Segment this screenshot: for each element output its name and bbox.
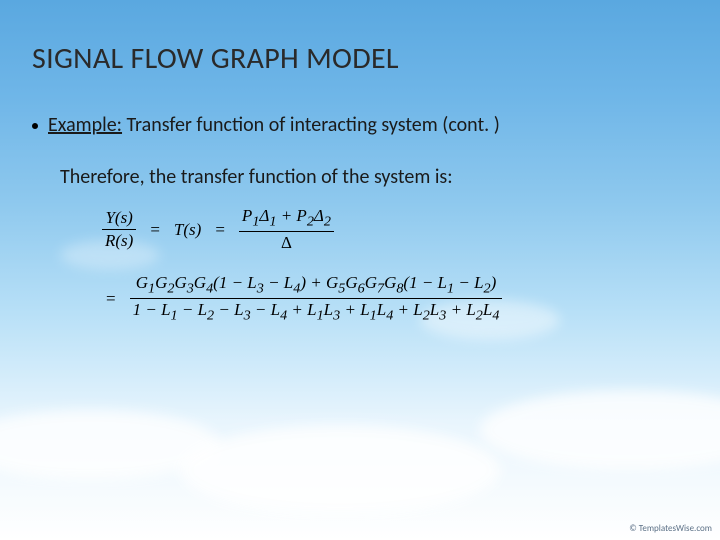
fraction-bar <box>102 229 136 230</box>
bullet-text: Example: Transfer function of interactin… <box>48 112 500 139</box>
cloud-decoration <box>180 425 500 515</box>
watermark: © TemplatesWise.com <box>629 523 712 534</box>
paragraph: Therefore, the transfer function of the … <box>60 165 680 189</box>
bullet-rest: Transfer function of interacting system … <box>122 113 500 137</box>
slide: SIGNAL FLOW GRAPH MODEL Example: Transfe… <box>0 0 720 540</box>
cloud-decoration <box>480 390 720 470</box>
bullet-item: Example: Transfer function of interactin… <box>32 112 680 139</box>
eq1-rhs-fraction: P1Δ1 + P2Δ2 Δ <box>239 207 334 252</box>
fraction-bar <box>239 231 334 232</box>
eq2-den: 1 − L1 − L2 − L3 − L4 + L1L3 + L1L4 + L2… <box>130 301 503 323</box>
equals-sign: = <box>146 220 164 240</box>
eq1-lhs-den: R(s) <box>102 232 136 250</box>
eq1-lhs-num: Y(s) <box>102 209 135 227</box>
slide-title: SIGNAL FLOW GRAPH MODEL <box>32 40 399 77</box>
equation-2: = G1G2G3G4(1 − L3 − L4) + G5G6G7G8(1 − L… <box>102 274 680 324</box>
eq2-num: G1G2G3G4(1 − L3 − L4) + G5G6G7G8(1 − L1 … <box>133 274 500 296</box>
equals-sign: = <box>102 289 120 309</box>
equals-sign: = <box>211 220 229 240</box>
eq1-rhs-den: Δ <box>278 234 295 252</box>
equation-1: Y(s) R(s) = T(s) = P1Δ1 + P2Δ2 Δ <box>102 207 680 252</box>
eq1-lhs-fraction: Y(s) R(s) <box>102 209 136 250</box>
fraction-bar <box>130 298 503 299</box>
slide-body: Example: Transfer function of interactin… <box>32 112 680 346</box>
eq2-fraction: G1G2G3G4(1 − L3 − L4) + G5G6G7G8(1 − L1 … <box>130 274 503 324</box>
eq1-rhs-num: P1Δ1 + P2Δ2 <box>239 207 334 229</box>
bullet-dot-icon <box>32 123 38 129</box>
bullet-underlined: Example: <box>48 113 122 137</box>
equation-block: Y(s) R(s) = T(s) = P1Δ1 + P2Δ2 Δ = G1G2G… <box>102 207 680 324</box>
eq1-mid: T(s) <box>174 220 201 240</box>
